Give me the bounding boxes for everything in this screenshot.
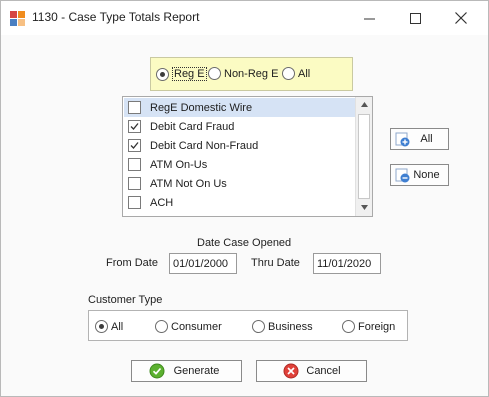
window-content: Reg E Non-Reg E All RegE Domestic Wire D xyxy=(1,35,488,396)
radio-business[interactable]: Business xyxy=(252,320,313,333)
title-bar[interactable]: 1130 - Case Type Totals Report xyxy=(1,1,488,35)
radio-foreign-label: Foreign xyxy=(358,320,396,333)
app-grid-icon xyxy=(10,11,26,27)
radio-unselected-icon xyxy=(155,320,168,333)
radio-customer-all-label: All xyxy=(111,320,124,333)
minimize-icon xyxy=(363,18,375,19)
list-item[interactable]: Debit Card Fraud xyxy=(124,117,355,136)
checkmark-icon xyxy=(130,142,139,149)
radio-unselected-icon xyxy=(282,67,295,80)
triangle-down-icon xyxy=(360,205,368,210)
list-scrollbar[interactable] xyxy=(355,97,372,216)
minimize-button[interactable] xyxy=(346,1,392,35)
radio-consumer-label: Consumer xyxy=(171,320,222,333)
select-all-label: All xyxy=(420,133,433,145)
case-type-list[interactable]: RegE Domestic Wire Debit Card Fraud Debi… xyxy=(122,96,373,217)
radio-non-reg-e-label: Non-Reg E xyxy=(224,67,279,80)
list-item[interactable]: Debit Card Non-Fraud xyxy=(124,136,355,155)
checkbox[interactable] xyxy=(128,196,141,209)
thru-date-label: Thru Date xyxy=(251,257,300,269)
radio-customer-all[interactable]: All xyxy=(95,320,123,333)
checkbox[interactable] xyxy=(128,177,141,190)
add-icon xyxy=(395,132,410,147)
radio-unselected-icon xyxy=(208,67,221,80)
radio-reg-e-label: Reg E xyxy=(172,67,207,81)
thru-date-field[interactable]: 11/01/2020 xyxy=(313,253,381,274)
scroll-up-button[interactable] xyxy=(356,97,372,112)
generate-button[interactable]: Generate xyxy=(131,360,242,382)
from-date-field[interactable]: 01/01/2000 xyxy=(169,253,237,274)
list-item-label: ATM Not On Us xyxy=(150,177,227,190)
radio-all-reg-label: All xyxy=(298,67,311,80)
checkbox[interactable] xyxy=(128,139,141,152)
report-window: 1130 - Case Type Totals Report Reg E Non… xyxy=(0,0,489,397)
reg-e-filter-group: Reg E Non-Reg E All xyxy=(150,57,353,91)
radio-non-reg-e[interactable]: Non-Reg E xyxy=(208,67,278,80)
checkmark-icon xyxy=(130,123,139,130)
remove-icon xyxy=(395,168,410,183)
list-item-label: RegE Domestic Wire xyxy=(150,101,253,114)
cancel-button[interactable]: Cancel xyxy=(256,360,367,382)
customer-type-label: Customer Type xyxy=(88,294,163,306)
checkbox[interactable] xyxy=(128,120,141,133)
date-section-heading: Date Case Opened xyxy=(197,237,292,249)
list-item-label: Debit Card Fraud xyxy=(150,120,235,133)
checkbox[interactable] xyxy=(128,101,141,114)
list-item-label: ACH xyxy=(150,196,174,209)
radio-selected-icon xyxy=(95,320,108,333)
generate-label: Generate xyxy=(173,365,220,377)
select-all-button[interactable]: All xyxy=(390,128,449,150)
checkbox[interactable] xyxy=(128,158,141,171)
radio-consumer[interactable]: Consumer xyxy=(155,320,222,333)
scroll-thumb[interactable] xyxy=(358,114,370,199)
window-title: 1130 - Case Type Totals Report xyxy=(32,10,200,24)
from-date-value: 01/01/2000 xyxy=(173,257,229,270)
radio-unselected-icon xyxy=(342,320,355,333)
cancel-circle-icon xyxy=(283,363,299,379)
list-item[interactable]: ATM Not On Us xyxy=(124,174,355,193)
radio-business-label: Business xyxy=(268,320,313,333)
list-item-label: Debit Card Non-Fraud xyxy=(150,139,259,152)
close-button[interactable] xyxy=(438,1,484,35)
customer-type-group: All Consumer Business Foreign xyxy=(88,310,408,341)
maximize-icon xyxy=(409,12,421,24)
from-date-label: From Date xyxy=(106,257,158,269)
radio-reg-e[interactable]: Reg E xyxy=(156,67,207,81)
radio-selected-icon xyxy=(156,67,169,81)
radio-all-reg[interactable]: All xyxy=(282,67,310,80)
select-none-label: None xyxy=(413,169,440,181)
triangle-up-icon xyxy=(360,102,368,107)
thru-date-value: 11/01/2020 xyxy=(317,257,372,270)
list-item[interactable]: RegE Domestic Wire xyxy=(124,98,355,117)
list-item[interactable]: ACH xyxy=(124,193,355,212)
radio-unselected-icon xyxy=(252,320,265,333)
list-item-label: ATM On-Us xyxy=(150,158,208,171)
cancel-label: Cancel xyxy=(306,365,341,377)
list-item[interactable]: ATM On-Us xyxy=(124,155,355,174)
select-none-button[interactable]: None xyxy=(390,164,449,186)
check-circle-icon xyxy=(149,363,165,379)
maximize-button[interactable] xyxy=(392,1,438,35)
radio-foreign[interactable]: Foreign xyxy=(342,320,395,333)
scroll-down-button[interactable] xyxy=(356,200,372,215)
close-icon xyxy=(455,12,467,24)
